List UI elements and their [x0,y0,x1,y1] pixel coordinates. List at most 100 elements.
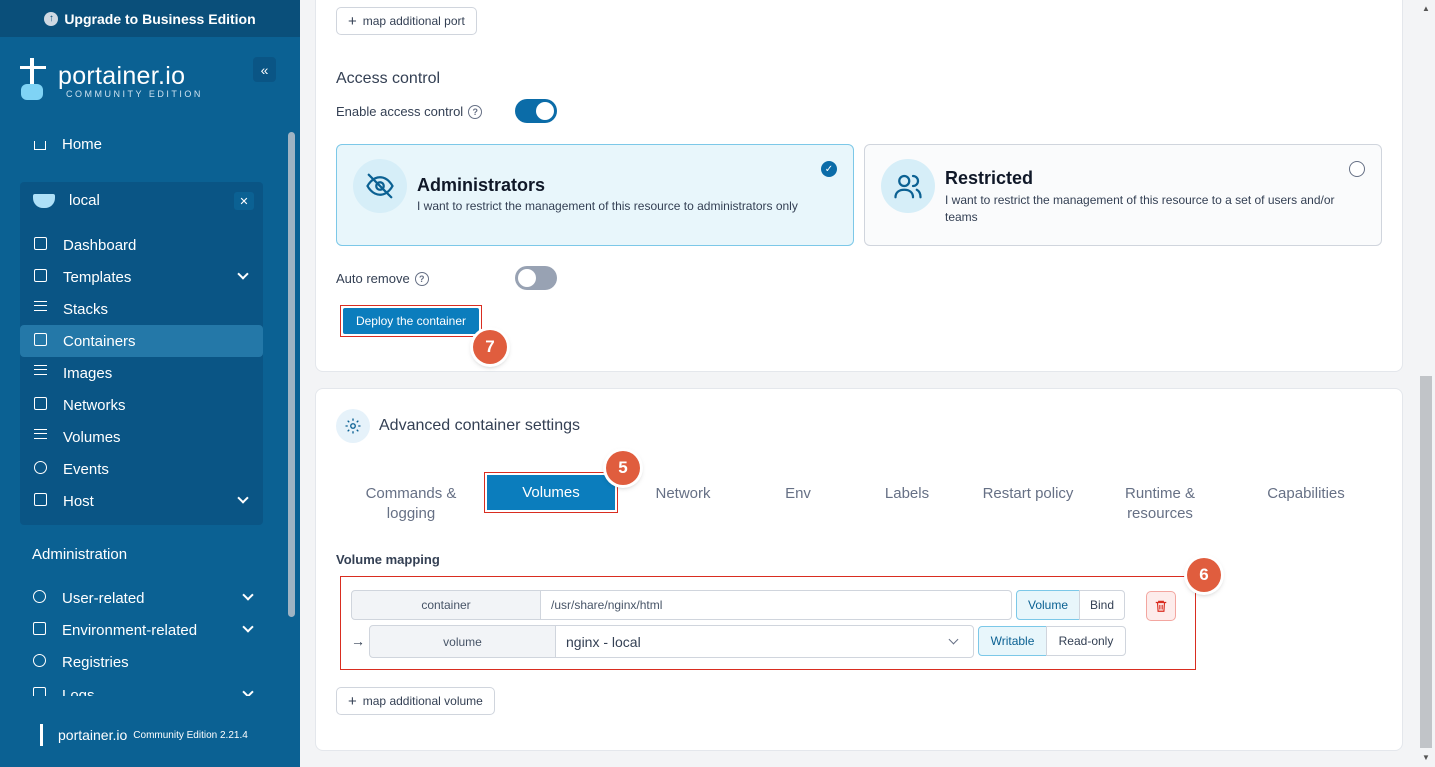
volume-select-value: nginx - local [566,633,641,650]
sidebar-item-images[interactable]: Images [20,357,263,389]
sidebar-item-logs[interactable]: Logs [32,686,254,697]
sidebar-item-networks[interactable]: Networks [20,389,263,421]
tab-network[interactable]: Network [640,484,726,504]
radio-icon [32,654,48,670]
clock-icon [33,461,49,477]
sidebar-item-label: Containers [63,332,136,350]
upgrade-label: Upgrade to Business Edition [64,10,256,27]
help-icon[interactable]: ? [468,104,483,119]
enable-access-control-toggle[interactable] [515,99,557,123]
step-badge-7: 7 [473,330,507,364]
eye-off-icon [353,159,407,213]
gear-icon [336,409,370,443]
label-text: Enable access control [336,104,464,119]
restricted-option[interactable]: Restricted I want to restrict the manage… [864,144,1382,246]
sidebar-scrollbar[interactable] [288,132,295,617]
option-title: Restricted [945,168,1034,188]
access-control-title: Access control [336,70,441,87]
administrators-option[interactable]: Administrators I want to restrict the ma… [336,144,854,246]
sidebar-item-environment-related[interactable]: Environment-related [32,614,254,646]
sidebar-item-label: Stacks [63,300,109,318]
docker-icon [33,194,55,208]
volume-select[interactable]: nginx - local [555,625,974,658]
close-environment-button[interactable]: ✕ [234,192,254,210]
portainer-logo[interactable]: portainer.io COMMUNITY EDITION [18,58,203,102]
help-icon[interactable]: ? [414,271,429,286]
sidebar-item-templates[interactable]: Templates [20,261,263,293]
dashboard-icon [33,237,49,253]
container-path-input[interactable]: /usr/share/nginx/html [540,590,1012,620]
tab-volumes-highlight: Volumes [484,472,618,513]
environment-name: local [69,192,100,209]
map-additional-volume-button[interactable]: + map additional volume [336,687,495,715]
list-icon [33,365,49,381]
sidebar-item-user-related[interactable]: User-related [32,582,254,614]
mode-read-only[interactable]: Read-only [1046,626,1126,656]
edit-icon [33,269,49,285]
sidebar-item-label: Environment-related [62,621,198,639]
users-icon [881,159,935,213]
collapse-sidebar-button[interactable]: « [253,57,276,82]
deploy-container-button[interactable]: Deploy the container [343,308,479,334]
volume-type-volume[interactable]: Volume [1016,590,1080,620]
step-badge-5: 5 [606,451,640,485]
network-icon [33,397,49,413]
sidebar-item-events[interactable]: Events [20,453,263,485]
scroll-up-icon[interactable]: ▲ [1422,4,1430,13]
footer-name: portainer.io [58,727,128,743]
plus-icon: + [348,12,357,30]
tab-capabilities[interactable]: Capabilities [1255,484,1357,504]
sidebar-item-label: Images [63,364,113,382]
tab-env[interactable]: Env [770,484,826,504]
sidebar-item-label: Registries [62,653,129,671]
scroll-down-icon[interactable]: ▼ [1422,753,1430,762]
chevron-down-icon [242,686,254,696]
container-addon: container [351,590,541,620]
sidebar-item-home[interactable]: Home [32,128,102,160]
sidebar-item-label: User-related [62,589,145,607]
option-description: I want to restrict the management of thi… [945,193,1335,224]
auto-remove-label: Auto remove ? [336,271,429,286]
option-title: Administrators [417,175,546,195]
tab-commands-logging[interactable]: Commands & logging [355,484,467,524]
portainer-small-logo-icon [40,724,52,746]
trash-icon [1155,600,1167,612]
chevron-down-icon [242,621,254,633]
upgrade-banner[interactable]: ↑ Upgrade to Business Edition [0,0,300,37]
file-icon [32,687,48,696]
plus-icon: + [348,692,357,710]
sidebar-item-volumes[interactable]: Volumes [20,421,263,453]
arrow-up-circle-icon: ↑ [44,11,59,26]
sidebar-footer: portainer.io Community Edition 2.21.4 [40,724,248,746]
scrollbar-thumb[interactable] [1420,376,1432,748]
volume-type-bind[interactable]: Bind [1079,590,1125,620]
tab-restart-policy[interactable]: Restart policy [975,484,1081,504]
label-text: Auto remove [336,271,410,286]
drive-icon [32,622,48,638]
sidebar-item-dashboard[interactable]: Dashboard [20,229,263,261]
logo-name: portainer.io [58,61,186,90]
option-description: I want to restrict the management of thi… [417,199,798,213]
sidebar-item-label: Templates [63,268,132,286]
sidebar-clip: Logs [0,686,285,696]
sidebar-item-registries[interactable]: Registries [32,646,129,678]
sidebar-item-label: Volumes [63,428,121,446]
main-scrollbar[interactable]: ▲ ▼ [1420,0,1435,767]
auto-remove-toggle[interactable] [515,266,557,290]
sidebar-item-label: Events [63,460,109,478]
tab-volumes[interactable]: Volumes [487,475,615,510]
restricted-radio[interactable] [1349,161,1365,177]
sidebar-item-stacks[interactable]: Stacks [20,293,263,325]
sidebar-item-host[interactable]: Host [20,485,263,517]
map-additional-port-button[interactable]: + map additional port [336,7,477,35]
sidebar-item-label: Dashboard [63,236,137,254]
tab-runtime-resources[interactable]: Runtime & resources [1112,484,1208,524]
tab-labels[interactable]: Labels [870,484,944,504]
sidebar-item-label: Logs [62,686,95,697]
volume-addon: volume [369,625,556,658]
remove-volume-button[interactable] [1146,591,1176,621]
mode-writable[interactable]: Writable [978,626,1047,656]
arrow-right-icon: → [351,633,365,649]
volume-mapping-label: Volume mapping [336,552,440,567]
sidebar-item-containers[interactable]: Containers [20,325,263,357]
